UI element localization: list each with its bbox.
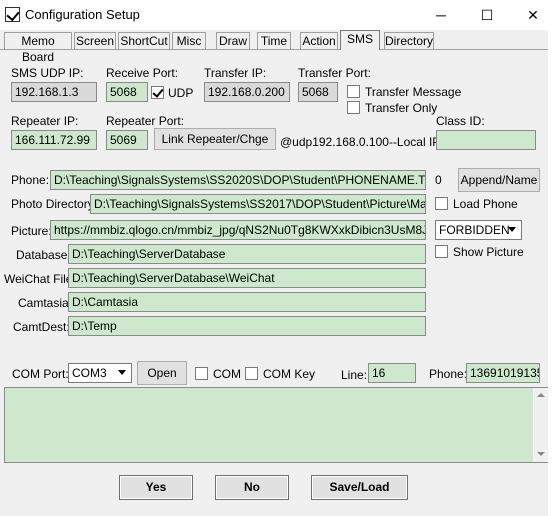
- picture-mode-value: FORBIDDEN: [439, 223, 510, 237]
- com-key-checkbox[interactable]: [245, 367, 258, 380]
- append-name-button[interactable]: Append/Name: [458, 168, 540, 192]
- weichat-file-field[interactable]: D:\Teaching\ServerDatabase\WeiChat: [68, 268, 426, 288]
- phone-file-field[interactable]: D:\Teaching\SignalsSystems\SS2020S\DOP\S…: [50, 170, 426, 190]
- transfer-message-label: Transfer Message: [365, 85, 462, 99]
- transfer-only-label: Transfer Only: [365, 101, 438, 115]
- show-picture-label: Show Picture: [453, 245, 524, 259]
- window-right-edge: [548, 30, 558, 516]
- yes-button[interactable]: Yes: [119, 475, 193, 500]
- picture-url-field[interactable]: https://mmbiz.qlogo.cn/mmbiz_jpg/qNS2Nu0…: [50, 220, 426, 240]
- line-label: Line:: [341, 368, 368, 382]
- load-phone-checkbox[interactable]: [435, 197, 448, 210]
- message-log-area[interactable]: [4, 387, 549, 463]
- class-id-label: Class ID:: [436, 114, 485, 128]
- transfer-port-label: Transfer Port:: [298, 66, 371, 80]
- tab-sms[interactable]: SMS: [340, 30, 380, 50]
- load-phone-label: Load Phone: [453, 197, 518, 211]
- close-button[interactable]: ✕: [510, 0, 556, 30]
- tab-strip: Memo Board Screen ShortCut Misc Draw Tim…: [0, 30, 558, 64]
- transfer-message-checkbox[interactable]: [347, 85, 360, 98]
- minimize-button[interactable]: ─: [418, 0, 464, 30]
- tab-directory[interactable]: Directory: [384, 32, 434, 49]
- save-load-button[interactable]: Save/Load: [311, 475, 408, 500]
- no-button[interactable]: No: [215, 475, 289, 500]
- tab-screen[interactable]: Screen: [74, 32, 116, 49]
- com-phone-label: Phone:: [429, 367, 468, 381]
- com-port-value: COM3: [72, 366, 107, 380]
- maximize-button[interactable]: ☐: [464, 0, 510, 30]
- database-field[interactable]: D:\Teaching\ServerDatabase: [68, 244, 426, 264]
- transfer-only-checkbox[interactable]: [347, 101, 360, 114]
- repeater-ip-field[interactable]: 166.111.72.99: [11, 130, 97, 150]
- camtdest-field[interactable]: D:\Temp: [68, 316, 426, 336]
- show-picture-checkbox[interactable]: [435, 245, 448, 258]
- com-label: COM: [213, 367, 241, 381]
- tab-draw[interactable]: Draw: [216, 32, 250, 49]
- local-ip-text: @udp192.168.0.100--Local IP: [280, 135, 441, 149]
- udp-checkbox[interactable]: [151, 86, 164, 99]
- receive-port-label: Receive Port:: [106, 66, 179, 80]
- tab-action[interactable]: Action: [300, 32, 338, 49]
- title-bar: Configuration Setup ─ ☐ ✕: [0, 0, 558, 30]
- sms-udp-ip-label: SMS UDP IP:: [11, 66, 84, 80]
- repeater-port-field[interactable]: 5069: [106, 130, 148, 150]
- config-window: Configuration Setup ─ ☐ ✕ Memo Board Scr…: [0, 0, 558, 516]
- transfer-ip-field[interactable]: 192.168.0.200: [204, 82, 290, 102]
- tab-memo-board[interactable]: Memo Board: [4, 32, 72, 64]
- weichat-file-label: WeiChat File:: [4, 272, 76, 286]
- tab-shortcut[interactable]: ShortCut: [118, 32, 170, 49]
- photo-directory-field[interactable]: D:\Teaching\SignalsSystems\SS2017\DOP\St…: [90, 194, 426, 214]
- tab-misc[interactable]: Misc: [172, 32, 206, 49]
- chevron-down-icon[interactable]: [505, 223, 519, 237]
- scroll-up-icon[interactable]: [533, 388, 548, 403]
- transfer-ip-label: Transfer IP:: [204, 66, 267, 80]
- udp-label: UDP: [168, 86, 194, 100]
- window-title: Configuration Setup: [25, 7, 140, 22]
- phone-count: 0: [435, 173, 442, 187]
- com-key-label: COM Key: [263, 367, 316, 381]
- class-id-field[interactable]: [436, 130, 536, 150]
- camtasia-field[interactable]: D:\Camtasia: [68, 292, 426, 312]
- open-com-button[interactable]: Open: [137, 361, 187, 385]
- link-repeater-button[interactable]: Link Repeater/Chge: [154, 128, 276, 150]
- picture-label: Picture:: [11, 224, 52, 238]
- camtasia-label: Camtasia:: [18, 296, 73, 310]
- database-label: Database:: [16, 248, 71, 262]
- repeater-ip-label: Repeater IP:: [11, 114, 79, 128]
- com-phone-field[interactable]: 13691019135: [466, 363, 540, 383]
- transfer-port-field[interactable]: 5068: [298, 82, 338, 102]
- line-field[interactable]: 16: [368, 363, 416, 383]
- log-scrollbar[interactable]: [533, 388, 548, 462]
- camtdest-label: CamtDest:: [13, 320, 70, 334]
- com-port-label: COM Port:: [12, 367, 69, 381]
- tab-time[interactable]: Time: [257, 32, 291, 49]
- phone-label: Phone:: [11, 173, 50, 187]
- repeater-port-label: Repeater Port:: [106, 114, 185, 128]
- photo-directory-label: Photo Directory:: [11, 197, 98, 211]
- app-checkmark-icon: [5, 7, 20, 22]
- com-port-select[interactable]: COM3: [68, 363, 132, 383]
- picture-mode-select[interactable]: FORBIDDEN: [435, 220, 522, 240]
- tab-divider: [0, 49, 548, 50]
- com-checkbox[interactable]: [195, 367, 208, 380]
- sms-udp-ip-field[interactable]: 192.168.1.3: [11, 82, 97, 102]
- chevron-down-icon[interactable]: [115, 366, 129, 380]
- scroll-down-icon[interactable]: [533, 447, 548, 462]
- receive-port-field[interactable]: 5068: [106, 82, 148, 102]
